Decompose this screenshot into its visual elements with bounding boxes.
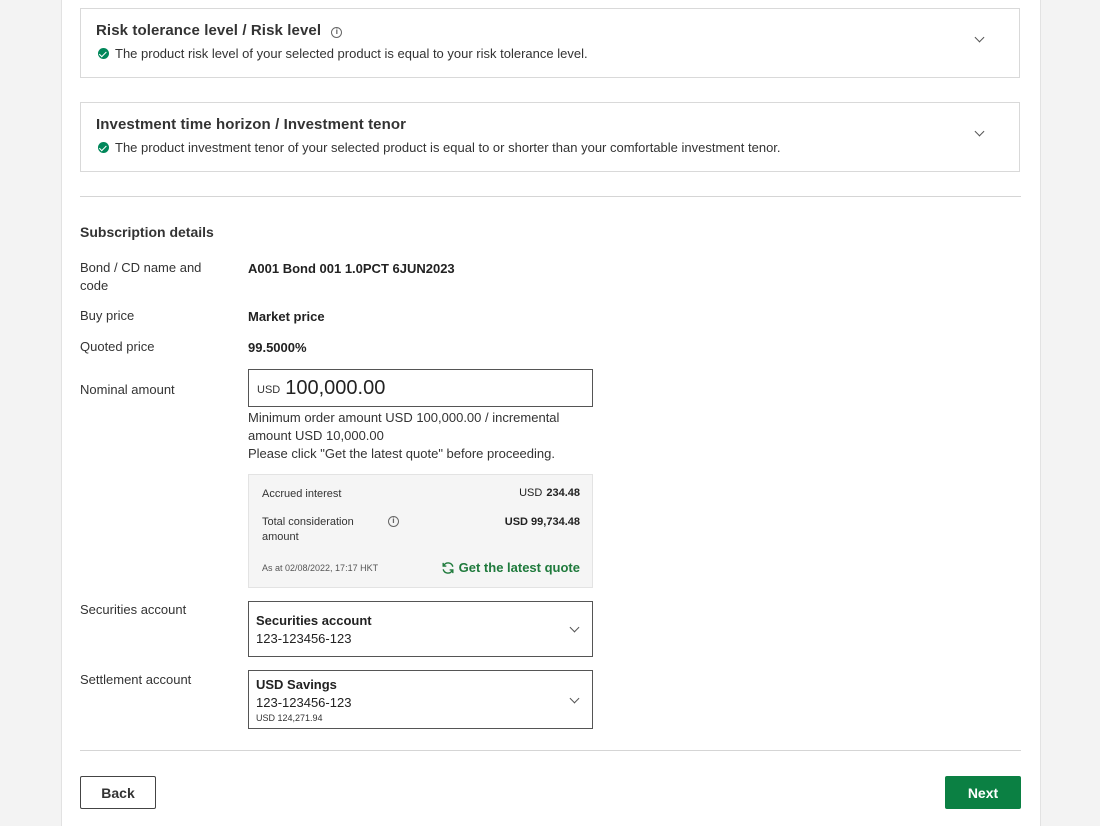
footer-divider [80, 750, 1021, 751]
accrued-interest-currency: USD [519, 487, 543, 499]
nominal-amount-value[interactable]: 100,000.00 [285, 377, 385, 400]
risk-card-title-text: Risk tolerance level / Risk level [96, 22, 322, 39]
tenor-card-title: Investment time horizon / Investment ten… [96, 116, 407, 133]
info-icon[interactable]: i [388, 516, 399, 527]
check-circle-icon [98, 142, 109, 153]
risk-card-message: The product risk level of your selected … [98, 46, 588, 61]
next-button[interactable]: Next [945, 776, 1021, 809]
chevron-down-icon [569, 622, 580, 633]
get-latest-quote-text: Get the latest quote [458, 560, 580, 575]
back-button[interactable]: Back [80, 776, 156, 809]
buy-price-label: Buy price [80, 308, 135, 323]
get-latest-quote-link[interactable]: Get the latest quote [441, 560, 580, 575]
risk-tolerance-card[interactable]: Risk tolerance level / Risk level i The … [80, 8, 1020, 78]
quote-summary-box: Accrued interest USD 234.48 Total conside… [248, 474, 593, 588]
settlement-account-balance: USD 124,271.94 [256, 713, 323, 723]
securities-account-title: Securities account [256, 613, 372, 628]
settlement-account-title: USD Savings [256, 677, 337, 692]
quote-timestamp: As at 02/08/2022, 17:17 HKT [262, 563, 379, 573]
nominal-amount-label: Nominal amount [80, 382, 175, 397]
hint-line-2: Please click "Get the latest quote" befo… [248, 446, 555, 461]
check-circle-icon [98, 48, 109, 59]
chevron-down-icon[interactable] [974, 126, 985, 137]
accrued-interest-value: USD 234.48 [519, 487, 580, 499]
nominal-amount-hint: Minimum order amount USD 100,000.00 / in… [248, 409, 593, 463]
securities-account-number: 123-123456-123 [256, 631, 352, 646]
hint-line-1: Minimum order amount USD 100,000.00 / in… [248, 410, 560, 443]
quoted-price-value: 99.5000% [248, 340, 307, 355]
total-consideration-value: USD 99,734.48 [504, 516, 580, 528]
accrued-interest-label: Accrued interest [262, 488, 342, 500]
info-icon[interactable]: i [331, 27, 343, 38]
bond-name-label: Bond / CD name and code [80, 260, 202, 293]
subscription-section-title: Subscription details [80, 224, 214, 240]
securities-account-label: Securities account [80, 602, 187, 617]
chevron-down-icon[interactable] [974, 32, 985, 43]
quoted-price-label: Quoted price [80, 339, 155, 354]
chevron-down-icon [569, 693, 580, 704]
accrued-interest-amount: 234.48 [546, 487, 580, 499]
tenor-card-message: The product investment tenor of your sel… [98, 140, 781, 155]
settlement-account-label: Settlement account [80, 672, 192, 687]
risk-card-title: Risk tolerance level / Risk level i [96, 22, 343, 39]
settlement-account-number: 123-123456-123 [256, 695, 352, 710]
total-consideration-label: Total consideration amount [262, 516, 354, 543]
nominal-amount-input[interactable]: USD 100,000.00 [248, 369, 593, 407]
risk-card-message-text: The product risk level of your selected … [115, 46, 588, 61]
section-divider [80, 196, 1021, 197]
settlement-account-select[interactable]: USD Savings 123-123456-123 USD 124,271.9… [248, 670, 593, 729]
buy-price-value: Market price [248, 309, 325, 324]
bond-name-value: A001 Bond 001 1.0PCT 6JUN2023 [248, 261, 455, 276]
securities-account-select[interactable]: Securities account 123-123456-123 [248, 601, 593, 657]
refresh-icon [442, 561, 454, 574]
investment-tenor-card[interactable]: Investment time horizon / Investment ten… [80, 102, 1020, 172]
tenor-card-message-text: The product investment tenor of your sel… [115, 140, 781, 155]
nominal-currency: USD [257, 383, 281, 396]
